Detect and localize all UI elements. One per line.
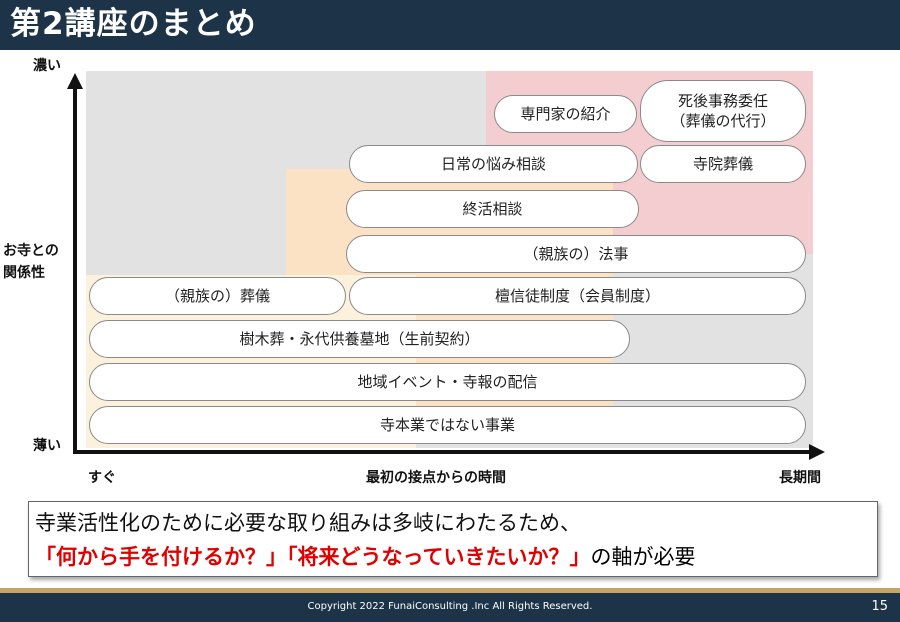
item-label-sub: （葬儀の代行） (670, 112, 776, 130)
item-label: 樹木葬・永代供養墓地（生前契約） (239, 330, 480, 348)
page-number: 15 (871, 599, 888, 614)
item-family-funeral: （親族の）葬儀 (89, 277, 346, 315)
item-label: 日常の悩み相談 (440, 155, 546, 173)
item-tree-burial: 樹木葬・永代供養墓地（生前契約） (89, 320, 630, 358)
item-non-core-business: 寺本業ではない事業 (89, 406, 806, 444)
item-label: 専門家の紹介 (520, 105, 611, 123)
item-daily-consultation: 日常の悩み相談 (349, 145, 638, 183)
y-axis-bottom-label: 薄い (33, 438, 61, 454)
summary-tail: の軸が必要 (590, 545, 696, 569)
summary-highlight-2: 「将来どうなっていきたいか？」 (287, 545, 591, 569)
footer: Copyright 2022 FunaiConsulting .Inc All … (0, 593, 900, 622)
item-label: （親族の）法事 (523, 245, 629, 263)
item-label: （親族の）葬儀 (164, 287, 270, 305)
x-axis-left-label: すぐ (88, 470, 116, 486)
item-label: 寺院葬儀 (692, 155, 753, 173)
item-membership-system: 檀信徒制度（会員制度） (349, 277, 806, 315)
item-end-of-life-consultation: 終活相談 (346, 190, 639, 228)
copyright-text: Copyright 2022 FunaiConsulting .Inc All … (307, 601, 593, 612)
x-axis-title: 最初の接点からの時間 (366, 470, 506, 486)
item-label: 地域イベント・寺報の配信 (357, 373, 538, 391)
summary-highlight-1: 「何から手を付けるか？」 (35, 545, 287, 569)
item-temple-funeral: 寺院葬儀 (640, 145, 806, 183)
item-label: 死後事務委任 (677, 92, 768, 110)
item-posthumous-affairs: 死後事務委任 （葬儀の代行） (640, 80, 806, 142)
summary-line-1: 寺業活性化のために必要な取り組みは多岐にわたるため、 (35, 511, 581, 535)
item-family-memorial: （親族の）法事 (346, 235, 806, 273)
item-specialist-referral: 専門家の紹介 (494, 95, 637, 133)
item-label: 檀信徒制度（会員制度） (494, 287, 660, 305)
item-label: 終活相談 (462, 200, 523, 218)
summary-box: 寺業活性化のために必要な取り組みは多岐にわたるため、 「何から手を付けるか？」「… (28, 501, 878, 577)
x-axis-right-label: 長期間 (779, 470, 821, 486)
item-community-events: 地域イベント・寺報の配信 (89, 363, 806, 401)
y-axis-title: お寺との 関係性 (3, 243, 59, 281)
item-label: 寺本業ではない事業 (379, 416, 515, 434)
y-axis-top-label: 濃い (33, 58, 61, 74)
summary-line-2: 「何から手を付けるか？」「将来どうなっていきたいか？」の軸が必要 (35, 542, 695, 572)
